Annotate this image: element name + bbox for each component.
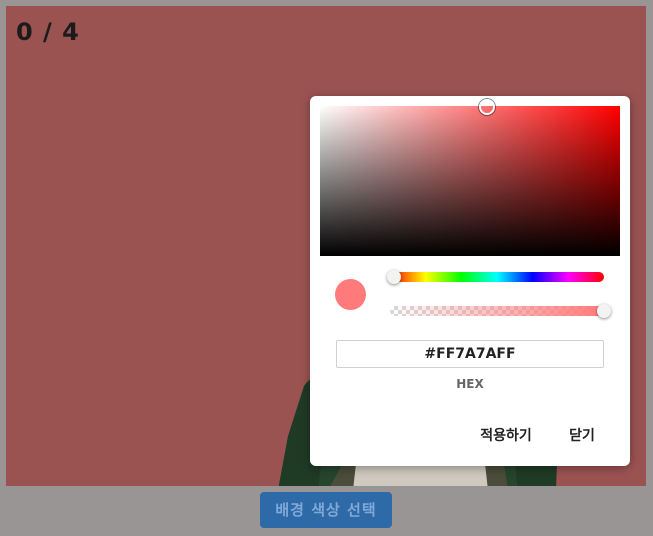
color-preview-swatch (335, 279, 366, 310)
hue-slider[interactable] (387, 270, 604, 284)
alpha-slider-handle[interactable] (597, 304, 611, 318)
saturation-value-handle[interactable] (479, 99, 495, 115)
color-picker-dialog: HEX 적용하기 닫기 (310, 96, 630, 466)
apply-button[interactable]: 적용하기 (470, 424, 542, 448)
image-counter: 0 / 4 (16, 18, 80, 46)
close-button[interactable]: 닫기 (562, 424, 602, 448)
hue-slider-handle[interactable] (387, 270, 401, 284)
hex-input[interactable] (336, 340, 604, 368)
select-background-color-button[interactable]: 배경 색상 선택 (260, 492, 392, 528)
alpha-slider[interactable] (390, 304, 611, 318)
hex-label: HEX (456, 377, 484, 391)
saturation-value-area[interactable] (320, 99, 620, 256)
